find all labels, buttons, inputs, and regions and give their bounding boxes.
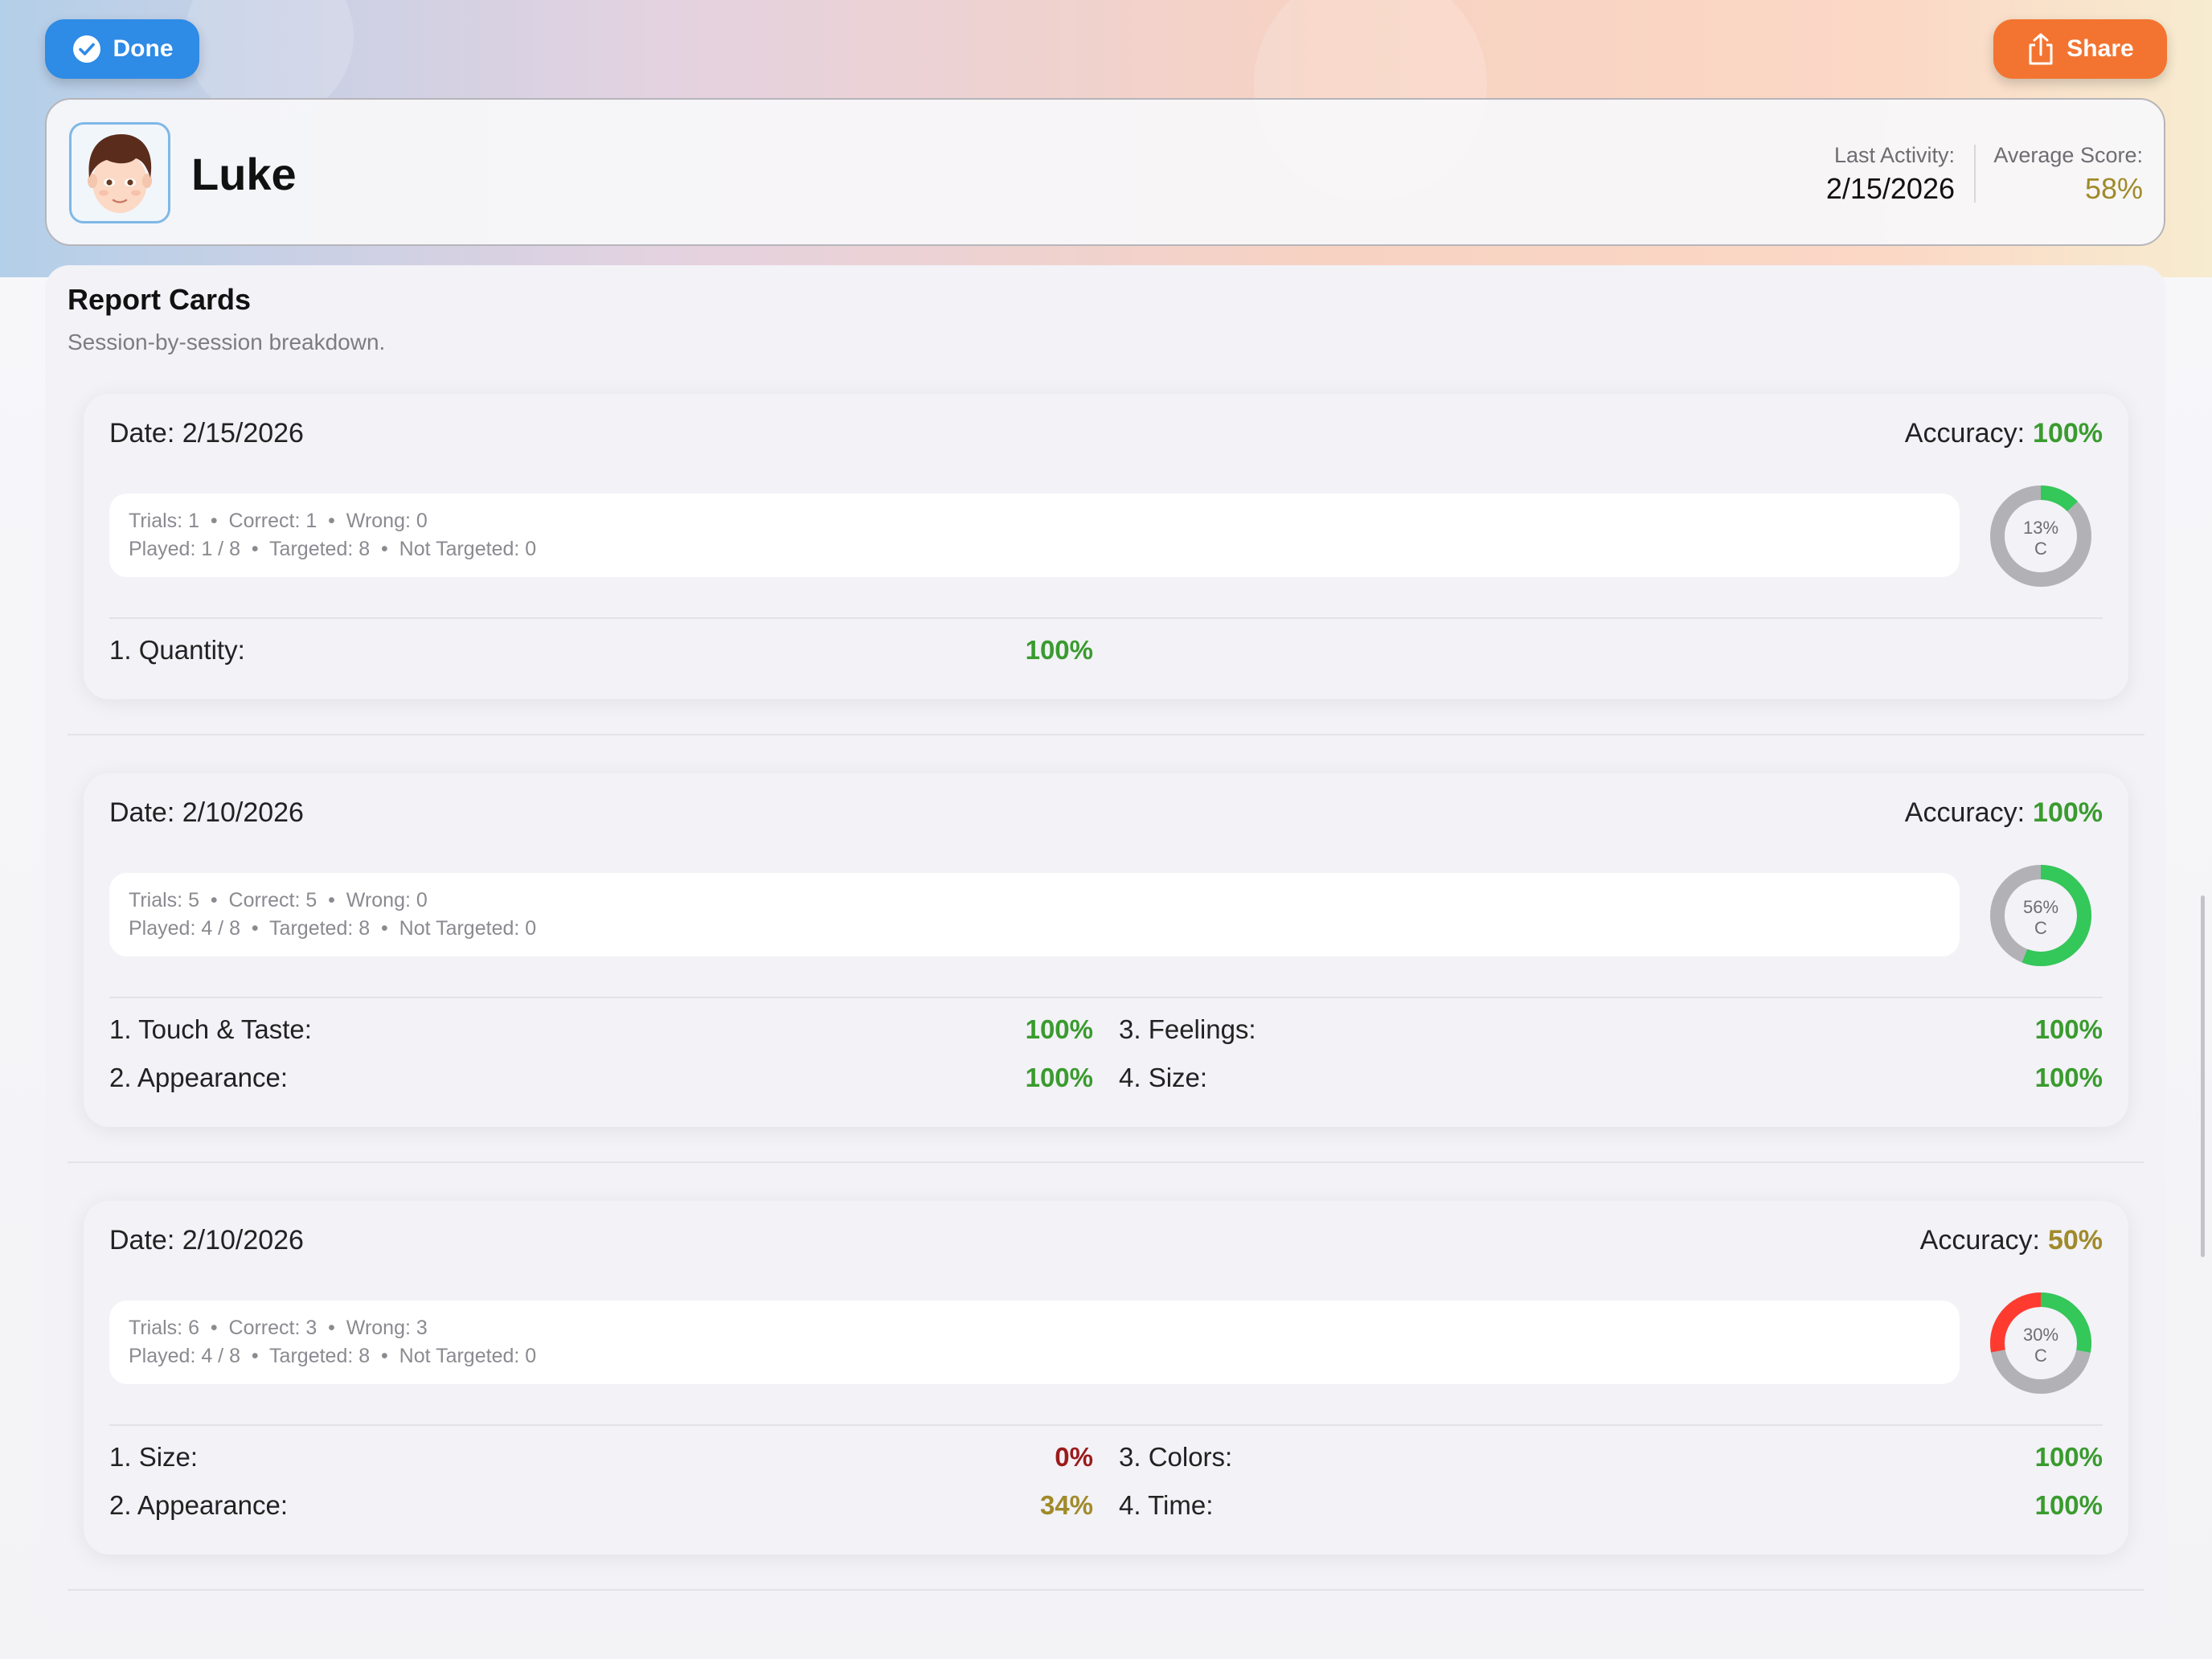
session-stats: Trials: 5 • Correct: 5 • Wrong: 0 Played…: [109, 873, 1960, 956]
accuracy-value: 100%: [2033, 418, 2103, 449]
category-label: 1. Quantity:: [109, 635, 245, 665]
accuracy-value: 50%: [2047, 1225, 2103, 1256]
vertical-scrollbar[interactable]: [2201, 895, 2205, 1257]
session-date: Date: 2/15/2026: [109, 418, 304, 449]
score-donut: 56% C: [1990, 865, 2091, 966]
report-card: Date: 2/10/2026 Accuracy: 100% Trials: 5 …: [84, 773, 2128, 1127]
card-divider: [109, 1424, 2103, 1426]
stat-divider: [1974, 145, 1976, 203]
donut-percent: 30%: [2023, 1325, 2058, 1345]
category-score: 34%: [1039, 1490, 1093, 1520]
category-label: 4. Time:: [1119, 1490, 1214, 1520]
accuracy-value: 100%: [2033, 797, 2103, 828]
category-score: 100%: [1025, 635, 1093, 665]
session-date: Date: 2/10/2026: [109, 797, 304, 828]
done-label: Done: [113, 35, 174, 62]
accuracy-label: Accuracy:: [1904, 797, 2026, 828]
score-donut: 30% C: [1990, 1292, 2091, 1394]
stats-played-line: Played: 4 / 8 • Targeted: 8 • Not Target…: [129, 917, 537, 940]
last-activity-label: Last Activity:: [1833, 143, 1955, 167]
donut-grade: C: [2034, 539, 2047, 559]
session-date: Date: 2/10/2026: [109, 1225, 304, 1256]
done-button[interactable]: Done: [45, 19, 199, 79]
stats-played-line: Played: 4 / 8 • Targeted: 8 • Not Target…: [129, 1345, 537, 1367]
share-icon: [2029, 33, 2053, 65]
stats-trials-line: Trials: 1 • Correct: 1 • Wrong: 0: [129, 510, 428, 532]
category-score: 100%: [2034, 1490, 2103, 1520]
category-label: 1. Touch & Taste:: [109, 1014, 312, 1044]
category-label: 3. Colors:: [1119, 1442, 1233, 1472]
donut-grade: C: [2034, 918, 2047, 938]
card-separator: [68, 1589, 2144, 1591]
category-label: 2. Appearance:: [109, 1063, 289, 1092]
share-label: Share: [2067, 35, 2134, 62]
avatar[interactable]: [69, 122, 170, 223]
section-subtitle: Session-by-session breakdown.: [68, 330, 386, 354]
accuracy: Accuracy: 50%: [1920, 1225, 2103, 1256]
category-score: 100%: [2034, 1063, 2103, 1092]
category-label: 2. Appearance:: [109, 1490, 289, 1520]
average-score-label: Average Score:: [1993, 143, 2143, 167]
category-label: 4. Size:: [1119, 1063, 1208, 1092]
report-card: Date: 2/15/2026 Accuracy: 100% Trials: 1 …: [84, 394, 2128, 699]
last-activity-value: 2/15/2026: [1825, 172, 1955, 205]
section-title: Report Cards: [68, 283, 252, 316]
card-divider: [109, 997, 2103, 998]
card-divider: [109, 617, 2103, 619]
share-button[interactable]: Share: [1993, 19, 2167, 79]
category-label: 3. Feelings:: [1119, 1014, 1256, 1044]
card-separator: [68, 1161, 2144, 1163]
profile-card: Luke Last Activity: 2/15/2026 Average Sc…: [45, 98, 2165, 246]
score-donut: 13% C: [1990, 485, 2091, 587]
report-card: Date: 2/10/2026 Accuracy: 50% Trials: 6 •…: [84, 1201, 2128, 1555]
category-score: 100%: [1025, 1063, 1093, 1092]
accuracy: Accuracy: 100%: [1905, 418, 2103, 449]
average-score-value: 58%: [2084, 172, 2143, 205]
donut-grade: C: [2034, 1346, 2047, 1366]
stats-trials-line: Trials: 6 • Correct: 3 • Wrong: 3: [129, 1317, 428, 1339]
category-score: 100%: [2034, 1442, 2103, 1472]
session-stats: Trials: 6 • Correct: 3 • Wrong: 3 Played…: [109, 1301, 1960, 1384]
stats-trials-line: Trials: 5 • Correct: 5 • Wrong: 0: [129, 889, 428, 911]
profile-name: Luke: [191, 149, 297, 199]
category-score: 0%: [1055, 1442, 1093, 1472]
session-stats: Trials: 1 • Correct: 1 • Wrong: 0 Played…: [109, 494, 1960, 577]
accuracy: Accuracy: 100%: [1905, 797, 2103, 829]
stats-played-line: Played: 1 / 8 • Targeted: 8 • Not Target…: [129, 538, 537, 560]
donut-percent: 56%: [2023, 897, 2058, 917]
category-score: 100%: [1025, 1014, 1093, 1044]
boy-avatar-icon: [88, 134, 152, 213]
card-separator: [68, 734, 2144, 735]
category-score: 100%: [2034, 1014, 2103, 1044]
checkmark-circle-icon: [72, 35, 100, 63]
accuracy-label: Accuracy:: [1919, 1225, 2040, 1256]
accuracy-label: Accuracy:: [1904, 418, 2026, 449]
category-label: 1. Size:: [109, 1442, 199, 1472]
donut-percent: 13%: [2023, 518, 2058, 538]
